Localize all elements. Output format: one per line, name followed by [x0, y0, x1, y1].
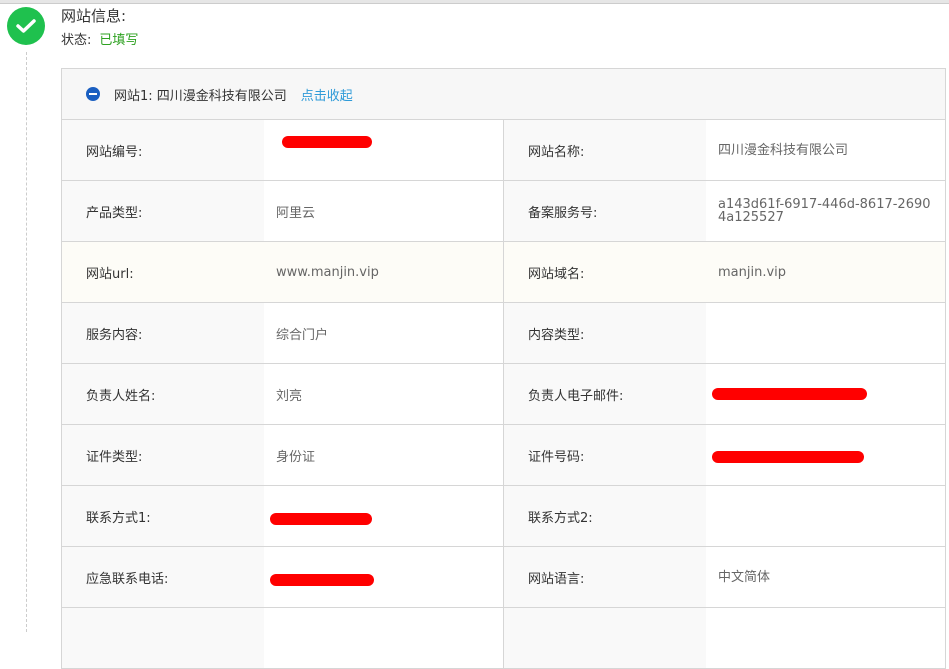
- field-value: www.manjin.vip: [264, 242, 504, 302]
- field-value: [706, 608, 945, 668]
- field-label: 服务内容:: [62, 303, 264, 363]
- field-label: 产品类型:: [62, 181, 264, 241]
- field-label: [62, 608, 264, 668]
- timeline-line: [26, 52, 27, 632]
- field-value: [706, 364, 945, 424]
- field-value: [264, 486, 504, 546]
- field-value: [706, 486, 945, 546]
- collapse-minus-icon[interactable]: [86, 87, 100, 101]
- collapse-link[interactable]: 点击收起: [301, 85, 353, 104]
- top-bar: [0, 0, 949, 4]
- field-value: 身份证: [264, 425, 504, 485]
- field-label: 证件号码:: [504, 425, 706, 485]
- field-value: [706, 425, 945, 485]
- table-row: 应急联系电话: 网站语言:中文简体: [62, 546, 945, 607]
- field-value: manjin.vip: [706, 242, 945, 302]
- table-row: 网站编号: 网站名称:四川漫金科技有限公司: [62, 119, 945, 180]
- field-label: 网站url:: [62, 242, 264, 302]
- field-label: 网站名称:: [504, 120, 706, 180]
- section-title: 网站信息:: [61, 5, 126, 26]
- status-label: 状态:: [61, 33, 91, 48]
- field-label: 应急联系电话:: [62, 547, 264, 607]
- redaction-mark: [712, 451, 864, 463]
- check-circle-icon: [7, 7, 45, 45]
- field-label: 联系方式2:: [504, 486, 706, 546]
- redaction-mark: [282, 136, 372, 148]
- panel-header: 网站1: 四川漫金科技有限公司 点击收起: [62, 69, 945, 119]
- table-row: 联系方式1: 联系方式2:: [62, 485, 945, 546]
- table-row: [62, 607, 945, 668]
- field-value: [264, 120, 504, 180]
- redaction-mark: [270, 513, 372, 525]
- field-label: 内容类型:: [504, 303, 706, 363]
- table-row: 服务内容:综合门户内容类型:: [62, 302, 945, 363]
- field-label: 备案服务号:: [504, 181, 706, 241]
- table-row: 证件类型:身份证证件号码:: [62, 424, 945, 485]
- field-label: 负责人姓名:: [62, 364, 264, 424]
- field-label: 网站编号:: [62, 120, 264, 180]
- field-value: a143d61f-6917-446d-8617-26904a125527: [706, 181, 945, 241]
- field-value: [264, 547, 504, 607]
- field-value: [706, 303, 945, 363]
- table-row: 网站url:www.manjin.vip网站域名:manjin.vip: [62, 241, 945, 302]
- field-value: 中文简体: [706, 547, 945, 607]
- field-value: 四川漫金科技有限公司: [706, 120, 945, 180]
- status-value: 已填写: [99, 33, 138, 48]
- redaction-mark: [270, 574, 374, 586]
- field-value: [264, 608, 504, 668]
- field-label: 网站语言:: [504, 547, 706, 607]
- field-value: 综合门户: [264, 303, 504, 363]
- field-value: 刘亮: [264, 364, 504, 424]
- field-label: 负责人电子邮件:: [504, 364, 706, 424]
- panel-title: 网站1: 四川漫金科技有限公司: [114, 85, 287, 104]
- field-label: 联系方式1:: [62, 486, 264, 546]
- redaction-mark: [712, 388, 867, 400]
- field-value: 阿里云: [264, 181, 504, 241]
- field-label: 证件类型:: [62, 425, 264, 485]
- field-label: 网站域名:: [504, 242, 706, 302]
- table-row: 负责人姓名:刘亮负责人电子邮件:: [62, 363, 945, 424]
- field-label: [504, 608, 706, 668]
- website-panel: 网站1: 四川漫金科技有限公司 点击收起 网站编号: 网站名称:四川漫金科技有限公…: [61, 68, 946, 669]
- status: 状态: 已填写: [61, 29, 138, 48]
- table-row: 产品类型:阿里云备案服务号:a143d61f-6917-446d-8617-26…: [62, 180, 945, 241]
